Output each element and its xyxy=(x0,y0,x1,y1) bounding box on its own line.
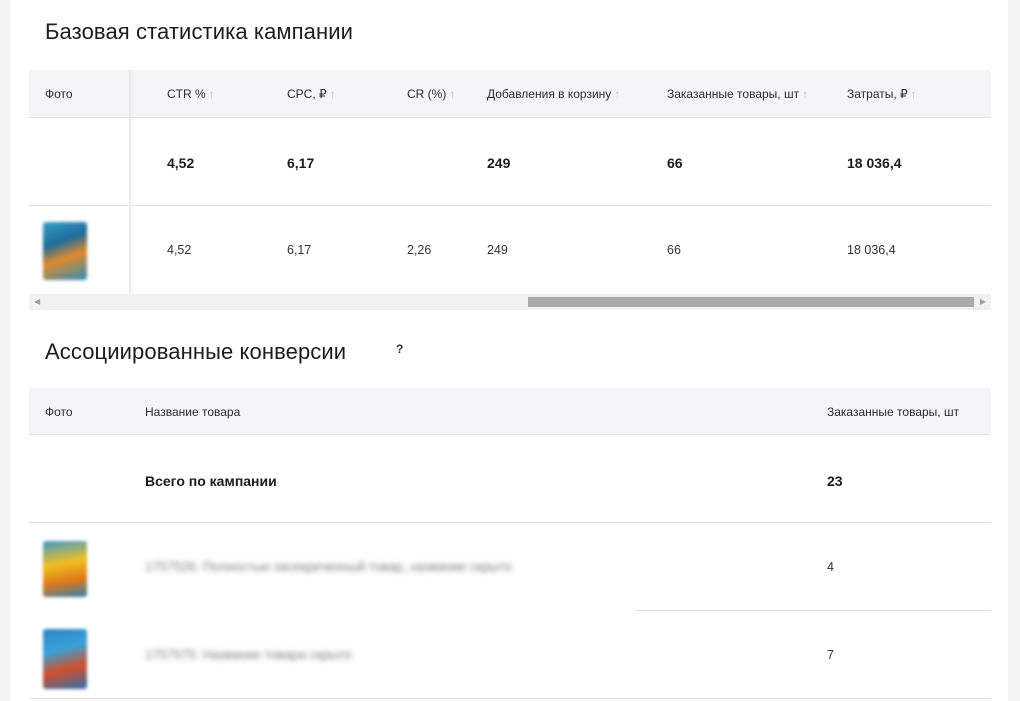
content-panel: Базовая статистика кампании Фото CTR % ↑ … xyxy=(11,0,1008,701)
item-cart: 249 xyxy=(487,243,508,257)
product-thumbnail[interactable] xyxy=(43,629,87,689)
arrow-up-icon: ↑ xyxy=(910,87,917,101)
table-header: Фото CTR % ↑ CPC, ₽ ↑ CR (%) ↑ Добавления в… xyxy=(29,70,991,118)
table-row: 4,52 6,17 2,26 249 66 18 036,4 xyxy=(29,206,991,294)
total-spend: 18 036,4 xyxy=(847,155,902,171)
product-name[interactable]: 1757575: Название товара скрыто xyxy=(145,647,351,662)
total-cpc: 6,17 xyxy=(287,155,315,171)
col-photo: Фото xyxy=(45,405,73,419)
total-label: Всего по кампании xyxy=(145,473,277,489)
item-ctr: 4,52 xyxy=(167,243,192,257)
product-thumbnail[interactable] xyxy=(43,222,87,280)
col-cart[interactable]: Добавления в корзину ↑ xyxy=(487,87,620,101)
item-orders: 66 xyxy=(667,243,681,257)
product-qty: 7 xyxy=(827,648,834,662)
col-ordered-qty: Заказанные товары, шт xyxy=(827,405,960,419)
scroll-right-icon[interactable]: ▶ xyxy=(980,297,986,306)
sticky-column-shadow xyxy=(129,70,133,294)
col-ctr[interactable]: CTR % ↑ xyxy=(167,87,215,101)
product-qty: 4 xyxy=(827,560,834,574)
arrow-up-icon: ↑ xyxy=(329,87,336,101)
table-row-total: 4,52 6,17 249 66 18 036,4 xyxy=(29,118,991,206)
col-orders[interactable]: Заказанные товары, шт ↑ xyxy=(667,87,808,101)
item-cr: 2,26 xyxy=(407,243,432,257)
product-name[interactable]: 1757526: Полностью засекреченный товар, … xyxy=(145,559,512,574)
table-row-total: Всего по кампании 23 xyxy=(29,435,991,523)
col-cr[interactable]: CR (%) ↑ xyxy=(407,87,455,101)
total-orders: 66 xyxy=(667,155,683,171)
item-cpc: 6,17 xyxy=(287,243,312,257)
total-qty: 23 xyxy=(827,473,843,489)
item-spend: 18 036,4 xyxy=(847,243,896,257)
table-header: Фото Название товара Заказанные товары, … xyxy=(29,388,991,435)
horizontal-scrollbar[interactable]: ◀ ▶ xyxy=(29,294,991,310)
help-icon[interactable]: ? xyxy=(396,342,403,356)
scrollbar-thumb[interactable] xyxy=(528,297,974,307)
arrow-up-icon: ↑ xyxy=(802,87,809,101)
table-row: 1757526: Полностью засекреченный товар, … xyxy=(29,523,991,611)
campaign-stats-title: Базовая статистика кампании xyxy=(45,19,354,44)
col-photo: Фото xyxy=(45,87,73,101)
conversions-title: Ассоциированные конверсии xyxy=(45,339,347,364)
arrow-up-icon: ↑ xyxy=(614,87,621,101)
total-ctr: 4,52 xyxy=(167,155,195,171)
col-cpc[interactable]: CPC, ₽ ↑ xyxy=(287,87,336,101)
product-thumbnail[interactable] xyxy=(43,541,87,597)
scroll-left-icon[interactable]: ◀ xyxy=(34,297,40,306)
arrow-up-icon: ↑ xyxy=(449,87,456,101)
arrow-up-icon: ↑ xyxy=(208,87,215,101)
table-row: 1757575: Название товара скрыто 7 xyxy=(29,611,991,699)
total-cart: 249 xyxy=(487,155,511,171)
conversions-table: Фото Название товара Заказанные товары, … xyxy=(29,388,991,701)
col-spend[interactable]: Затраты, ₽ ↑ xyxy=(847,87,917,101)
campaign-stats-table: Фото CTR % ↑ CPC, ₽ ↑ CR (%) ↑ Добавления в… xyxy=(29,70,991,310)
col-product-name: Название товара xyxy=(145,405,241,419)
